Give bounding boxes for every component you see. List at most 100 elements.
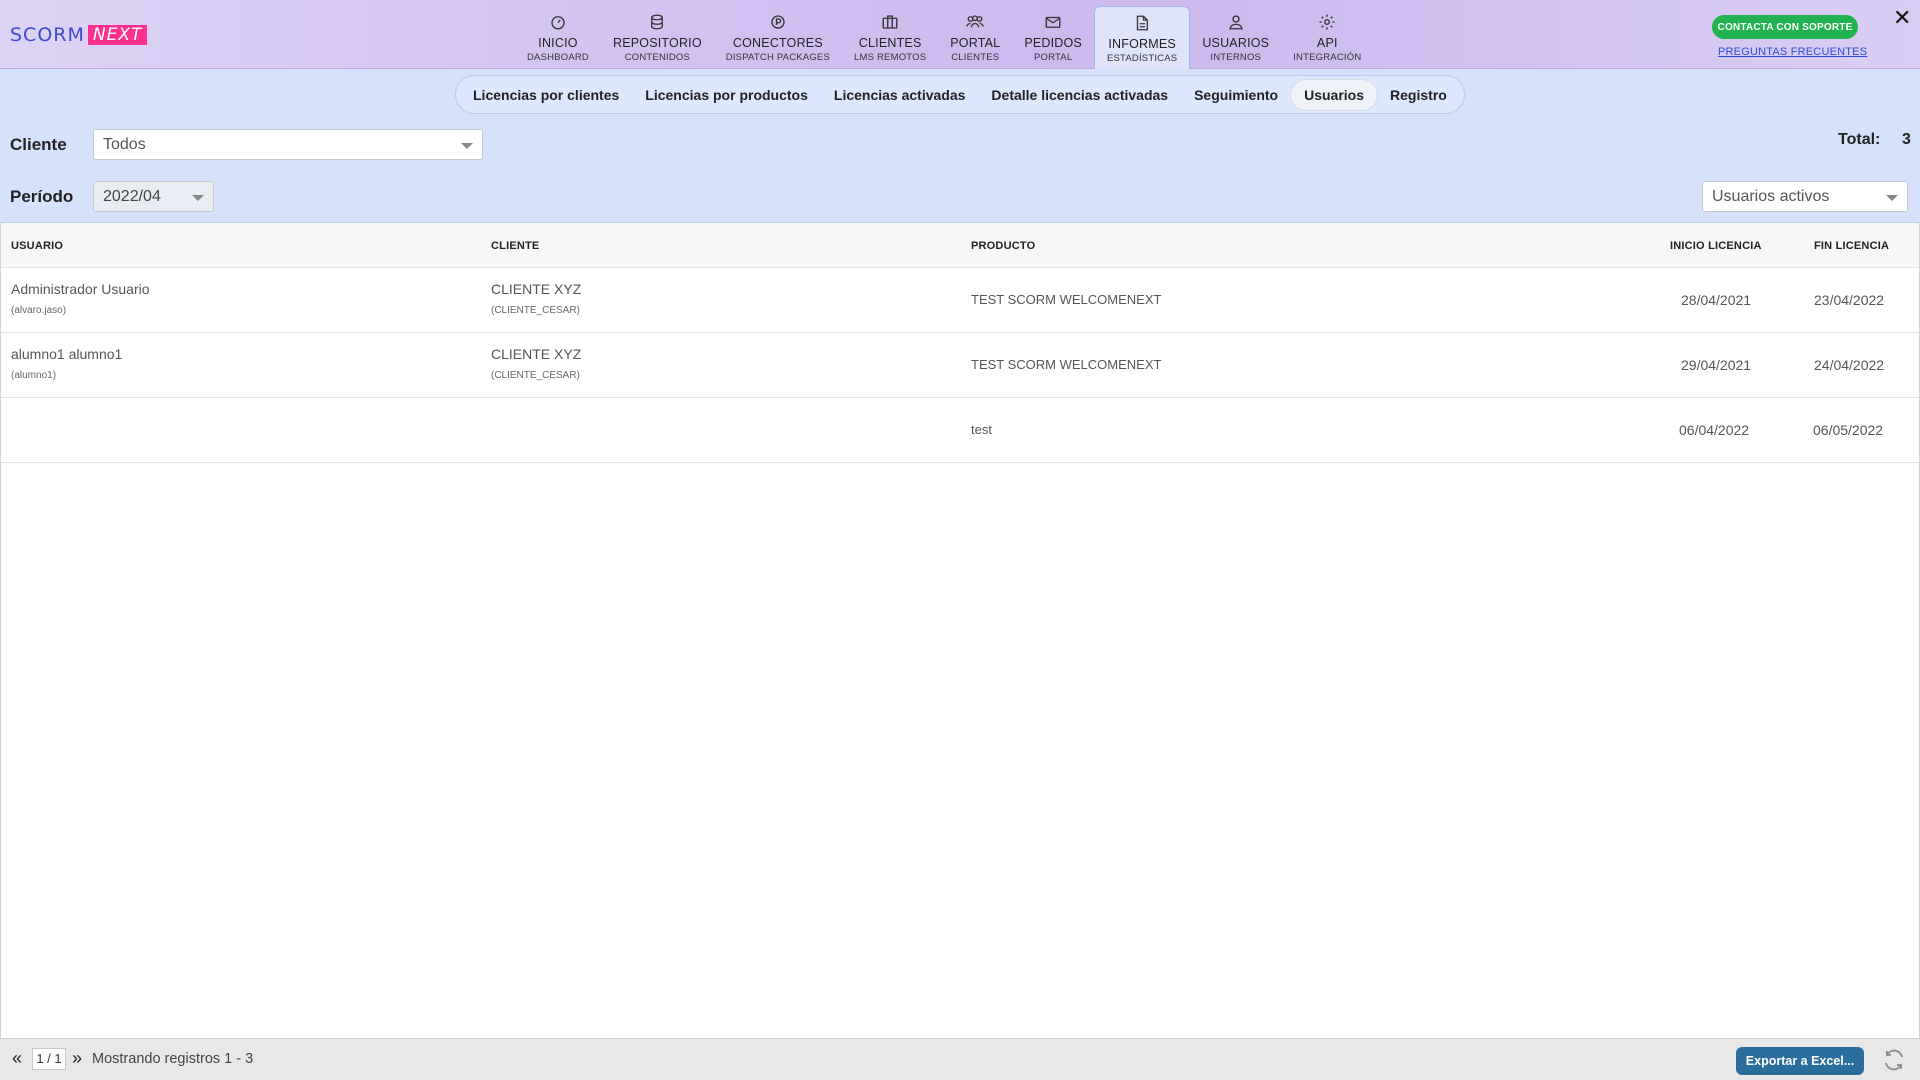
table-footer: « 1 / 1 » Mostrando registros 1 - 3 Expo… (0, 1038, 1920, 1080)
nav-item-conectores[interactable]: CONECTORES DISPATCH PACKAGES (714, 6, 842, 68)
database-icon (647, 12, 667, 32)
faq-link[interactable]: PREGUNTAS FRECUENTES (1718, 46, 1867, 58)
user-name: Administrador Usuario (11, 281, 150, 297)
column-header-cliente[interactable]: CLIENTE (491, 240, 539, 252)
nav-item-informes[interactable]: INFORMES ESTADÍSTICAS (1093, 6, 1191, 69)
table-row[interactable]: Administrador Usuario (alvaro.jaso) CLIE… (1, 268, 1919, 333)
gear-icon (1317, 12, 1337, 32)
table-row[interactable]: test 06/04/2022 06/05/2022 (1, 398, 1919, 463)
nav-title: INFORMES (1108, 37, 1176, 51)
nav-item-usuarios[interactable]: USUARIOS INTERNOS (1190, 6, 1281, 68)
nav-subtitle: PORTAL (1033, 52, 1073, 63)
nav-subtitle: INTERNOS (1210, 52, 1262, 63)
chevron-down-icon (1886, 195, 1898, 201)
nav-subtitle: CONTENIDOS (624, 52, 691, 63)
client-name: CLIENTE XYZ (491, 346, 582, 362)
nav-title: CLIENTES (858, 36, 922, 50)
main-nav: INICIO DASHBOARD REPOSITORIO CONTENIDOS … (515, 6, 1373, 69)
cliente-label: Cliente (10, 135, 67, 154)
document-icon (1132, 13, 1152, 33)
subtab-seguimiento[interactable]: Seguimiento (1181, 80, 1291, 110)
license-end: 23/04/2022 (1814, 292, 1885, 308)
periodo-label: Período (10, 187, 74, 206)
periodo-select[interactable]: 2022/04 (93, 181, 214, 212)
close-icon[interactable]: ✕ (1893, 5, 1911, 31)
users-table: USUARIO CLIENTE PRODUCTO INICIO LICENCIA… (0, 223, 1920, 1038)
logo-next-text: NEXT (87, 25, 148, 45)
nav-item-portal[interactable]: PORTAL CLIENTES (938, 6, 1012, 68)
gauge-icon (548, 12, 568, 32)
subtab-licencias-activadas[interactable]: Licencias activadas (821, 80, 979, 110)
nav-subtitle: CLIENTES (951, 52, 1000, 63)
nav-subtitle: INTEGRACIÓN (1293, 52, 1362, 63)
chevron-down-icon (461, 143, 473, 149)
refresh-icon[interactable] (1882, 1048, 1906, 1072)
table-header: USUARIO CLIENTE PRODUCTO INICIO LICENCIA… (1, 223, 1919, 268)
product-name: TEST SCORM WELCOMENEXT (971, 292, 1162, 307)
mail-icon (1043, 12, 1063, 32)
nav-title: PORTAL (950, 36, 1001, 50)
client-code: (CLIENTE_CESAR) (491, 305, 580, 316)
cliente-select[interactable]: Todos (93, 129, 483, 160)
users-status-select-value: Usuarios activos (1712, 188, 1830, 205)
user-login: (alvaro.jaso) (11, 305, 67, 316)
license-end: 06/05/2022 (1813, 422, 1884, 438)
client-name: CLIENTE XYZ (491, 281, 582, 297)
nav-subtitle: LMS REMOTOS (854, 52, 927, 63)
nav-item-clientes[interactable]: CLIENTES LMS REMOTOS (842, 6, 938, 68)
export-excel-button[interactable]: Exportar a Excel... (1736, 1047, 1864, 1075)
prev-page-button[interactable]: « (12, 1048, 22, 1069)
briefcase-icon (880, 12, 900, 32)
column-header-fin-licencia[interactable]: FIN LICENCIA (1814, 240, 1889, 252)
total-value: 3 (1902, 131, 1911, 148)
column-header-producto[interactable]: PRODUCTO (971, 240, 1035, 252)
nav-item-api[interactable]: API INTEGRACIÓN (1281, 6, 1373, 68)
nav-title: PEDIDOS (1024, 36, 1082, 50)
total-label: Total: (1838, 131, 1881, 148)
page-number-input[interactable]: 1 / 1 (32, 1048, 66, 1070)
report-subtabs: Licencias por clientes Licencias por pro… (455, 75, 1465, 114)
filter-panel: Licencias por clientes Licencias por pro… (0, 69, 1920, 223)
subtab-registro[interactable]: Registro (1377, 80, 1460, 110)
product-name: test (971, 422, 992, 437)
users-icon (965, 12, 985, 32)
nav-subtitle: DISPATCH PACKAGES (725, 52, 831, 63)
nav-subtitle: ESTADÍSTICAS (1106, 53, 1178, 64)
records-count-text: Mostrando registros 1 - 3 (92, 1051, 254, 1067)
periodo-select-value: 2022/04 (103, 188, 161, 205)
nav-title: INICIO (538, 36, 578, 50)
logo-scorm-text: SCORM (10, 24, 85, 46)
user-icon (1226, 12, 1246, 32)
user-name: alumno1 alumno1 (11, 346, 123, 362)
subtab-usuarios[interactable]: Usuarios (1291, 79, 1378, 110)
users-status-select[interactable]: Usuarios activos (1702, 181, 1908, 212)
cliente-select-value: Todos (103, 136, 146, 153)
subtab-licencias-por-clientes[interactable]: Licencias por clientes (460, 80, 632, 110)
nav-item-inicio[interactable]: INICIO DASHBOARD (515, 6, 601, 68)
top-header: SCORM NEXT INICIO DASHBOARD REPOSITORIO … (0, 0, 1920, 69)
nav-item-pedidos[interactable]: PEDIDOS PORTAL (1012, 6, 1094, 68)
nav-title: REPOSITORIO (612, 36, 702, 50)
subtab-licencias-por-productos[interactable]: Licencias por productos (632, 80, 821, 110)
subtab-detalle-licencias-activadas[interactable]: Detalle licencias activadas (978, 80, 1181, 110)
client-code: (CLIENTE_CESAR) (491, 370, 580, 381)
license-start: 28/04/2021 (1681, 292, 1752, 308)
nav-title: USUARIOS (1202, 36, 1270, 50)
next-page-button[interactable]: » (72, 1048, 82, 1069)
user-login: (alumno1) (11, 370, 57, 381)
table-row[interactable]: alumno1 alumno1 (alumno1) CLIENTE XYZ (C… (1, 333, 1919, 398)
license-start: 06/04/2022 (1679, 422, 1750, 438)
nav-item-repositorio[interactable]: REPOSITORIO CONTENIDOS (601, 6, 714, 68)
nav-subtitle: DASHBOARD (527, 52, 589, 63)
column-header-inicio-licencia[interactable]: INICIO LICENCIA (1670, 240, 1762, 252)
app-logo[interactable]: SCORM NEXT (10, 24, 148, 46)
chevron-down-icon (192, 195, 204, 201)
contact-support-button[interactable]: CONTACTA CON SOPORTE (1712, 15, 1858, 39)
license-start: 29/04/2021 (1681, 357, 1752, 373)
nav-title: API (1316, 36, 1338, 50)
license-end: 24/04/2022 (1814, 357, 1885, 373)
column-header-usuario[interactable]: USUARIO (11, 240, 63, 252)
dispatch-icon (768, 12, 788, 32)
nav-title: CONECTORES (732, 36, 823, 50)
product-name: TEST SCORM WELCOMENEXT (971, 357, 1162, 372)
